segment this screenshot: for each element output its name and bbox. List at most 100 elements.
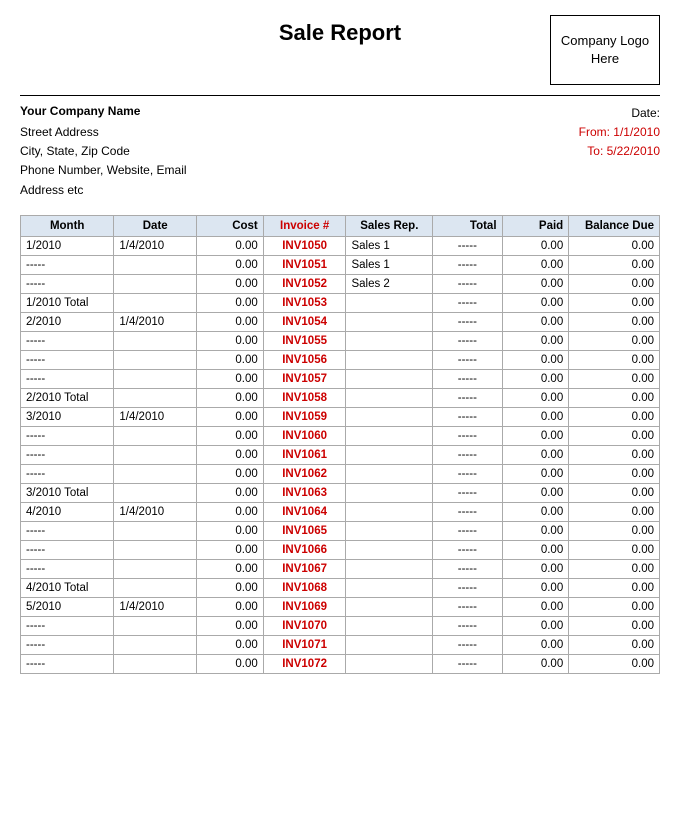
cell-balance: 0.00: [569, 369, 660, 388]
cell-salesrep: [346, 388, 433, 407]
address-line2: City, State, Zip Code: [20, 142, 579, 161]
cell-paid: 0.00: [502, 312, 569, 331]
cell-month: 3/2010 Total: [21, 483, 114, 502]
cell-balance: 0.00: [569, 502, 660, 521]
cell-invoice: INV1067: [263, 559, 346, 578]
cell-balance: 0.00: [569, 483, 660, 502]
cell-invoice: INV1053: [263, 293, 346, 312]
date-label: Date:: [579, 104, 660, 123]
cell-total: -----: [433, 540, 502, 559]
cell-month: -----: [21, 331, 114, 350]
cell-paid: 0.00: [502, 521, 569, 540]
cell-date: [114, 255, 197, 274]
cell-salesrep: [346, 635, 433, 654]
address-line1: Street Address: [20, 123, 579, 142]
cell-paid: 0.00: [502, 388, 569, 407]
cell-balance: 0.00: [569, 464, 660, 483]
cell-total: -----: [433, 274, 502, 293]
cell-invoice: INV1052: [263, 274, 346, 293]
cell-paid: 0.00: [502, 464, 569, 483]
cell-salesrep: Sales 1: [346, 236, 433, 255]
date-section: Date: From: 1/1/2010 To: 5/22/2010: [579, 104, 660, 200]
cell-month: -----: [21, 255, 114, 274]
cell-month: 5/2010: [21, 597, 114, 616]
cell-balance: 0.00: [569, 521, 660, 540]
cell-date: [114, 635, 197, 654]
cell-invoice: INV1050: [263, 236, 346, 255]
cell-paid: 0.00: [502, 597, 569, 616]
cell-month: 4/2010 Total: [21, 578, 114, 597]
cell-paid: 0.00: [502, 578, 569, 597]
cell-month: -----: [21, 274, 114, 293]
cell-paid: 0.00: [502, 426, 569, 445]
cell-date: [114, 369, 197, 388]
cell-date: [114, 445, 197, 464]
cell-paid: 0.00: [502, 502, 569, 521]
header-date: Date: [114, 215, 197, 236]
cell-total: -----: [433, 293, 502, 312]
cell-salesrep: [346, 369, 433, 388]
company-logo: Company Logo Here: [550, 15, 660, 85]
cell-balance: 0.00: [569, 540, 660, 559]
cell-date: [114, 293, 197, 312]
cell-invoice: INV1060: [263, 426, 346, 445]
cell-month: -----: [21, 559, 114, 578]
cell-month: -----: [21, 464, 114, 483]
cell-paid: 0.00: [502, 274, 569, 293]
table-body: 1/20101/4/20100.00INV1050Sales 1-----0.0…: [21, 236, 660, 673]
table-row: -----0.00INV1057-----0.000.00: [21, 369, 660, 388]
cell-month: -----: [21, 445, 114, 464]
address-line3: Phone Number, Website, Email: [20, 161, 579, 180]
cell-total: -----: [433, 521, 502, 540]
cell-paid: 0.00: [502, 255, 569, 274]
cell-total: -----: [433, 616, 502, 635]
cell-month: -----: [21, 521, 114, 540]
cell-balance: 0.00: [569, 293, 660, 312]
header-salesrep: Sales Rep.: [346, 215, 433, 236]
cell-invoice: INV1070: [263, 616, 346, 635]
cell-invoice: INV1054: [263, 312, 346, 331]
cell-total: -----: [433, 407, 502, 426]
cell-total: -----: [433, 464, 502, 483]
cell-balance: 0.00: [569, 635, 660, 654]
cell-invoice: INV1056: [263, 350, 346, 369]
cell-paid: 0.00: [502, 559, 569, 578]
table-row: 4/20101/4/20100.00INV1064-----0.000.00: [21, 502, 660, 521]
cell-invoice: INV1057: [263, 369, 346, 388]
cell-invoice: INV1066: [263, 540, 346, 559]
cell-balance: 0.00: [569, 445, 660, 464]
cell-cost: 0.00: [197, 350, 264, 369]
cell-salesrep: [346, 312, 433, 331]
table-row: 5/20101/4/20100.00INV1069-----0.000.00: [21, 597, 660, 616]
cell-date: [114, 426, 197, 445]
cell-invoice: INV1055: [263, 331, 346, 350]
cell-cost: 0.00: [197, 445, 264, 464]
table-row: -----0.00INV1070-----0.000.00: [21, 616, 660, 635]
cell-cost: 0.00: [197, 255, 264, 274]
cell-invoice: INV1064: [263, 502, 346, 521]
cell-salesrep: [346, 502, 433, 521]
cell-total: -----: [433, 445, 502, 464]
cell-date: [114, 350, 197, 369]
cell-balance: 0.00: [569, 350, 660, 369]
cell-paid: 0.00: [502, 293, 569, 312]
cell-date: [114, 559, 197, 578]
cell-cost: 0.00: [197, 236, 264, 255]
cell-invoice: INV1071: [263, 635, 346, 654]
cell-invoice: INV1062: [263, 464, 346, 483]
header-month: Month: [21, 215, 114, 236]
table-row: 2/20101/4/20100.00INV1054-----0.000.00: [21, 312, 660, 331]
cell-month: -----: [21, 654, 114, 673]
cell-date: [114, 274, 197, 293]
cell-cost: 0.00: [197, 407, 264, 426]
cell-salesrep: [346, 521, 433, 540]
cell-balance: 0.00: [569, 597, 660, 616]
cell-balance: 0.00: [569, 654, 660, 673]
header-balance: Balance Due: [569, 215, 660, 236]
cell-salesrep: [346, 578, 433, 597]
cell-cost: 0.00: [197, 559, 264, 578]
cell-balance: 0.00: [569, 559, 660, 578]
cell-balance: 0.00: [569, 312, 660, 331]
cell-total: -----: [433, 255, 502, 274]
table-row: -----0.00INV1071-----0.000.00: [21, 635, 660, 654]
